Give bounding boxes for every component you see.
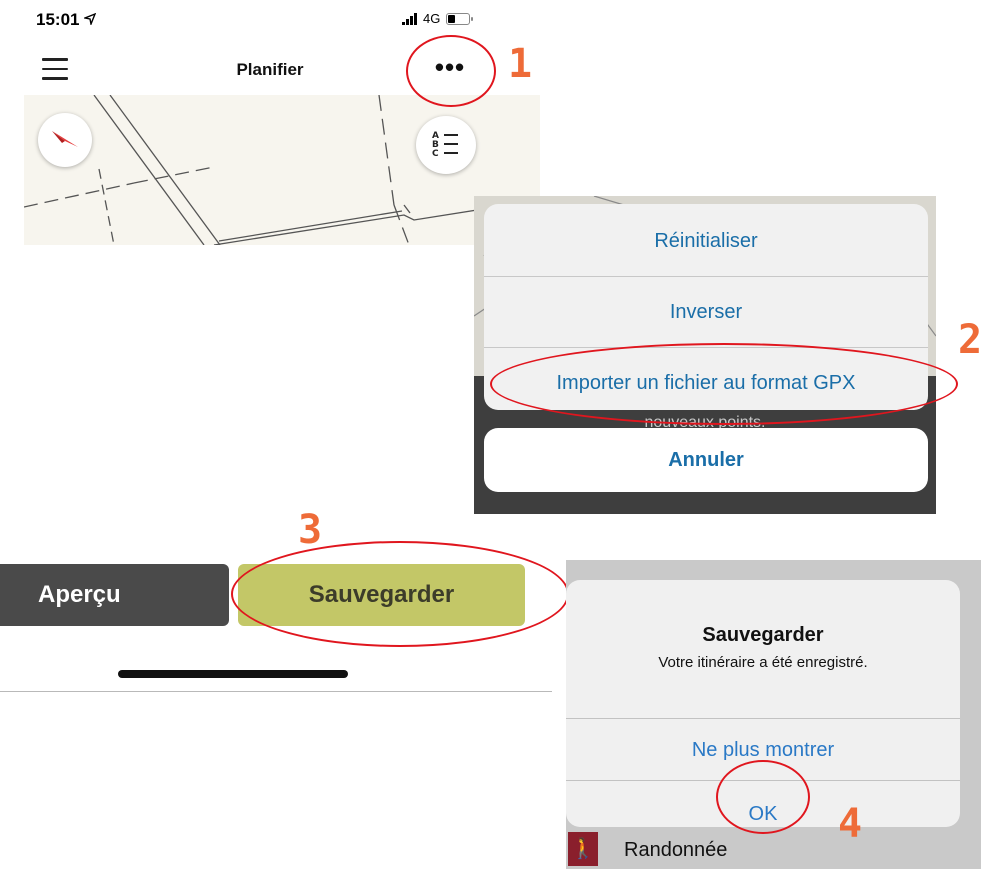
location-arrow-icon	[82, 12, 97, 27]
status-time-text: 15:01	[36, 10, 80, 29]
battery-icon	[446, 12, 474, 25]
step-number-3: 3	[298, 507, 323, 553]
alert-dialog: Sauvegarder Votre itinéraire a été enreg…	[566, 580, 960, 827]
compass-button[interactable]	[38, 113, 92, 167]
step-number-4: 4	[838, 801, 863, 847]
save-button[interactable]: Sauvegarder	[238, 564, 525, 626]
compass-icon	[52, 131, 78, 147]
activity-label: Randonnée	[624, 839, 728, 861]
waypoint-list-button[interactable]: ABC	[416, 116, 476, 174]
svg-text:C: C	[432, 149, 439, 159]
home-indicator	[118, 670, 348, 678]
hiking-icon: 🚶	[568, 832, 598, 866]
signal-icon	[402, 12, 417, 25]
status-time: 15:01	[36, 10, 97, 30]
abc-list-icon: ABC	[432, 131, 458, 159]
reverse-option[interactable]: Inverser	[484, 277, 928, 347]
alert-title: Sauvegarder	[702, 624, 824, 646]
alert-screenshot: Sauvegarder Votre itinéraire a été enreg…	[566, 560, 981, 869]
ok-button[interactable]: OK	[566, 781, 960, 847]
step-number-1: 1	[508, 41, 533, 87]
network-label: 4G	[423, 11, 441, 26]
alert-message: Votre itinéraire a été enregistré.	[658, 654, 868, 671]
status-indicators: 4G	[402, 11, 474, 26]
preview-button[interactable]: Aperçu	[0, 564, 229, 626]
import-gpx-option[interactable]: Importer un fichier au format GPX	[484, 348, 928, 410]
action-sheet-options: Réinitialiser Inverser Importer un fichi…	[484, 204, 928, 410]
cancel-button[interactable]: Annuler	[484, 428, 928, 492]
dont-show-again-button[interactable]: Ne plus montrer	[566, 720, 960, 780]
divider	[0, 691, 552, 692]
reset-option[interactable]: Réinitialiser	[484, 206, 928, 276]
more-options-icon[interactable]: •••	[430, 54, 470, 80]
action-sheet-screenshot: nouveaux points. Réinitialiser Inverser …	[474, 196, 936, 514]
step-number-2: 2	[958, 317, 981, 363]
divider	[566, 718, 960, 719]
